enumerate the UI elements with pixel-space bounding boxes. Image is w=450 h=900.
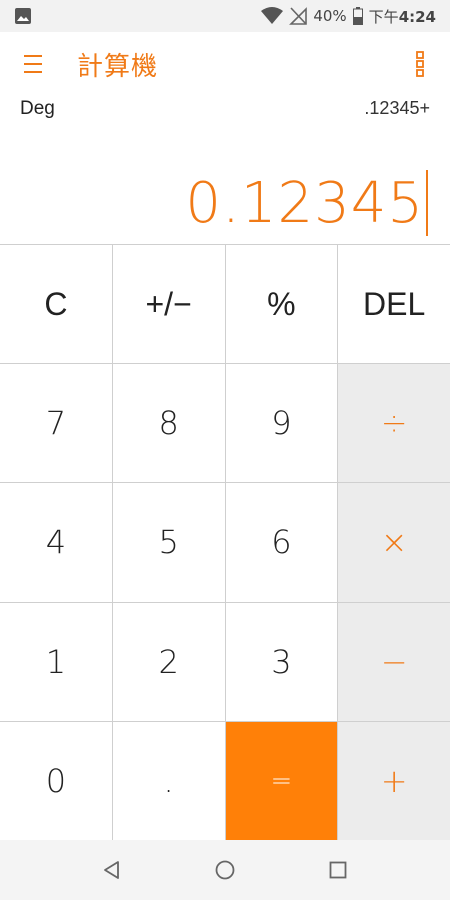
battery-percent: 40% [313, 7, 347, 25]
digit-4-button[interactable]: 4 [0, 483, 112, 602]
digit-7-button[interactable]: 7 [0, 364, 112, 483]
digit-0-button[interactable]: 0 [0, 721, 112, 840]
divide-button[interactable]: ÷ [338, 364, 450, 483]
result-value: 0.12345 [185, 170, 424, 236]
back-triangle-icon[interactable] [100, 858, 124, 882]
status-bar: 40% 下午4:24 [0, 0, 450, 32]
subtract-button[interactable]: − [338, 602, 450, 721]
digit-3-button[interactable]: 3 [225, 602, 338, 721]
clear-button[interactable]: C [0, 245, 112, 364]
clock: 4:24 [398, 7, 436, 26]
add-button[interactable]: + [338, 721, 450, 840]
battery-icon [352, 7, 363, 25]
decimal-point-button[interactable]: . [112, 721, 225, 840]
digit-6-button[interactable]: 6 [225, 483, 338, 602]
percent-button[interactable]: % [225, 245, 338, 364]
app-title: 計算機 [77, 52, 159, 82]
app-bar: 計算機 [0, 32, 450, 92]
digit-9-button[interactable]: 9 [225, 364, 338, 483]
expression-history: .12345+ [364, 98, 430, 118]
time-prefix: 下午 [368, 7, 399, 26]
result-field[interactable]: 0.12345 [185, 170, 428, 236]
digit-8-button[interactable]: 8 [112, 364, 225, 483]
keypad: C +/− % DEL 7 8 9 ÷ 4 5 6 × 1 2 3 − 0 . … [0, 244, 450, 840]
text-cursor [426, 170, 428, 236]
calculator-display: Deg .12345+ 0.12345 [0, 92, 450, 244]
digit-1-button[interactable]: 1 [0, 602, 112, 721]
angle-mode-label[interactable]: Deg [20, 98, 55, 120]
digit-2-button[interactable]: 2 [112, 602, 225, 721]
hamburger-menu-icon[interactable] [20, 52, 50, 76]
delete-button[interactable]: DEL [338, 245, 450, 364]
system-nav-bar [0, 840, 450, 900]
no-signal-icon [289, 7, 308, 25]
more-vert-icon[interactable] [414, 50, 426, 78]
multiply-button[interactable]: × [338, 483, 450, 602]
equals-button[interactable]: = [225, 721, 338, 840]
recents-square-icon[interactable] [326, 858, 350, 882]
wifi-icon [261, 7, 284, 25]
status-icons: 40% 下午4:24 [261, 5, 436, 27]
digit-5-button[interactable]: 5 [112, 483, 225, 602]
sign-toggle-button[interactable]: +/− [112, 245, 225, 364]
home-circle-icon[interactable] [213, 858, 237, 882]
gallery-notification-icon [14, 7, 32, 29]
